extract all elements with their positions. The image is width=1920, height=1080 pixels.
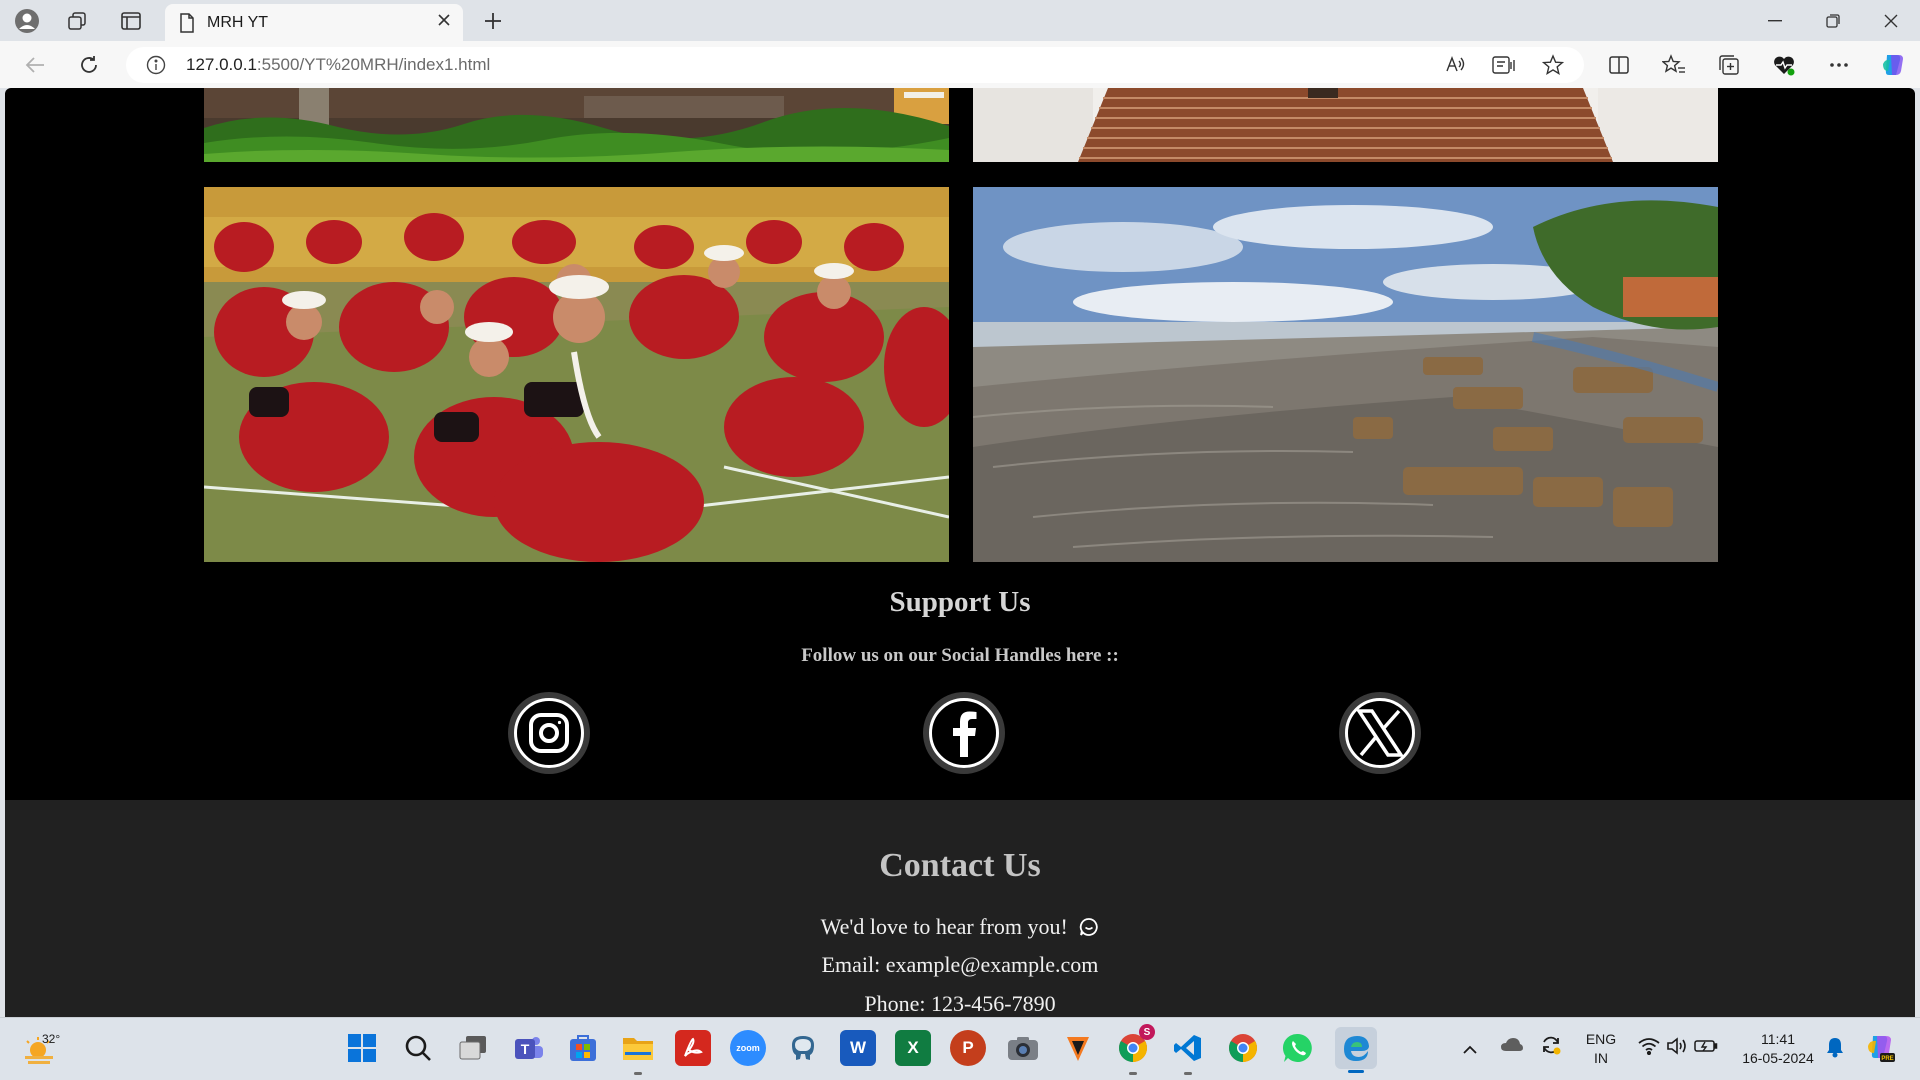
tab-title: MRH YT xyxy=(207,13,269,31)
instagram-icon xyxy=(514,698,584,768)
tab-actions-icon[interactable] xyxy=(116,6,146,36)
word-icon[interactable]: W xyxy=(840,1030,876,1066)
contact-phone: Phone: 123-456-7890 xyxy=(864,991,1056,1016)
window-close-icon[interactable] xyxy=(1876,6,1906,36)
url-host: 127.0.0.1 xyxy=(186,55,257,74)
contact-email: Email: example@example.com xyxy=(821,952,1099,977)
gallery-image-dancers xyxy=(204,187,949,562)
gallery-image-beach xyxy=(973,187,1718,562)
acrobat-icon[interactable] xyxy=(675,1030,711,1066)
address-bar-row: 127.0.0.1:5500/YT%20MRH/index1.html xyxy=(0,41,1920,88)
read-aloud-icon[interactable] xyxy=(1444,54,1466,76)
instagram-link[interactable] xyxy=(508,692,590,774)
collections-icon[interactable] xyxy=(1714,50,1744,80)
clock-time: 11:41 xyxy=(1761,1031,1795,1047)
battery-icon[interactable] xyxy=(1694,1038,1718,1058)
chrome-profile-icon[interactable]: S xyxy=(1115,1024,1155,1075)
chrome-icon[interactable] xyxy=(1225,1030,1261,1066)
file-explorer-icon[interactable] xyxy=(620,1030,656,1075)
x-twitter-icon xyxy=(1345,698,1415,768)
gallery-image-stairs xyxy=(973,88,1718,162)
browser-tab-bar: MRH YT xyxy=(0,0,1920,41)
language-bottom: IN xyxy=(1594,1050,1608,1066)
contact-intro-text: We'd love to hear from you! xyxy=(820,914,1068,939)
support-subtitle: Follow us on our Social Handles here :: xyxy=(801,645,1119,666)
copilot-preview-icon[interactable]: PRE xyxy=(1864,1031,1896,1067)
refresh-icon[interactable] xyxy=(74,50,104,80)
pgadmin-icon[interactable] xyxy=(785,1030,821,1066)
zoom-icon[interactable]: zoom xyxy=(730,1030,766,1066)
contact-title: Contact Us xyxy=(879,847,1041,884)
contact-intro: We'd love to hear from you! xyxy=(5,914,1915,943)
back-icon[interactable] xyxy=(20,50,50,80)
language-top: ENG xyxy=(1585,1031,1617,1047)
url-text: 127.0.0.1:5500/YT%20MRH/index1.html xyxy=(186,55,490,75)
vlc-icon[interactable] xyxy=(1060,1030,1096,1066)
svg-text:PRE: PRE xyxy=(1881,1056,1893,1062)
weather-temp: 32° xyxy=(42,1032,61,1046)
page-viewport: Support Us Follow us on our Social Handl… xyxy=(5,88,1915,1017)
contact-section: Contact Us We'd love to hear from you! E… xyxy=(5,800,1915,1017)
x-twitter-link[interactable] xyxy=(1339,692,1421,774)
favorite-star-icon[interactable] xyxy=(1542,54,1564,76)
task-view-icon[interactable] xyxy=(455,1030,491,1066)
volume-icon[interactable] xyxy=(1666,1037,1688,1059)
camera-icon[interactable] xyxy=(1005,1030,1041,1066)
favorites-icon[interactable] xyxy=(1659,50,1689,80)
facebook-icon xyxy=(929,698,999,768)
language-indicator[interactable]: ENG IN xyxy=(1578,1030,1624,1068)
page-icon xyxy=(179,12,195,33)
copilot-icon[interactable] xyxy=(1877,49,1909,81)
url-field[interactable]: 127.0.0.1:5500/YT%20MRH/index1.html xyxy=(126,47,1584,83)
more-icon[interactable] xyxy=(1824,50,1854,80)
url-path: :5500/YT%20MRH/index1.html xyxy=(256,55,491,74)
info-icon[interactable] xyxy=(146,55,166,75)
minimize-icon[interactable] xyxy=(1760,6,1790,36)
chrome-profile-badge: S xyxy=(1139,1024,1155,1040)
gallery-image-garden xyxy=(204,88,949,162)
edge-icon[interactable] xyxy=(1335,1027,1377,1073)
support-title: Support Us xyxy=(889,586,1031,618)
restore-icon[interactable] xyxy=(1818,6,1848,36)
browser-tab[interactable]: MRH YT xyxy=(165,4,463,41)
show-hidden-icons-chevron-icon[interactable] xyxy=(1462,1040,1478,1059)
weather-widget[interactable]: 32° xyxy=(20,1032,70,1068)
clock[interactable]: 11:41 16-05-2024 xyxy=(1728,1030,1828,1068)
wifi-icon[interactable] xyxy=(1638,1037,1660,1059)
svg-text:T: T xyxy=(521,1041,530,1057)
browser-essentials-icon[interactable] xyxy=(1769,50,1799,80)
sync-icon[interactable] xyxy=(1540,1034,1562,1060)
taskbar: 32° T zoom W X P S ENG IN 11:41 16-05-20… xyxy=(0,1017,1920,1080)
notifications-bell-icon[interactable] xyxy=(1826,1036,1844,1062)
zoom-label: zoom xyxy=(736,1043,760,1053)
close-icon[interactable] xyxy=(437,13,451,27)
vscode-icon[interactable] xyxy=(1170,1030,1206,1075)
immersive-reader-icon[interactable] xyxy=(1492,54,1516,76)
powerpoint-icon[interactable]: P xyxy=(950,1030,986,1066)
clock-date: 16-05-2024 xyxy=(1742,1050,1814,1066)
profile-icon[interactable] xyxy=(12,6,42,36)
chat-bubble-icon xyxy=(1079,917,1099,943)
workspaces-icon[interactable] xyxy=(62,6,92,36)
excel-icon[interactable]: X xyxy=(895,1030,931,1066)
new-tab-icon[interactable] xyxy=(478,6,508,36)
teams-icon[interactable]: T xyxy=(510,1030,546,1066)
store-icon[interactable] xyxy=(565,1030,601,1066)
whatsapp-icon[interactable] xyxy=(1280,1030,1316,1066)
search-icon[interactable] xyxy=(400,1030,436,1066)
windows-start-icon[interactable] xyxy=(344,1030,380,1066)
split-screen-icon[interactable] xyxy=(1604,50,1634,80)
facebook-link[interactable] xyxy=(923,692,1005,774)
onedrive-icon[interactable] xyxy=(1500,1036,1524,1056)
